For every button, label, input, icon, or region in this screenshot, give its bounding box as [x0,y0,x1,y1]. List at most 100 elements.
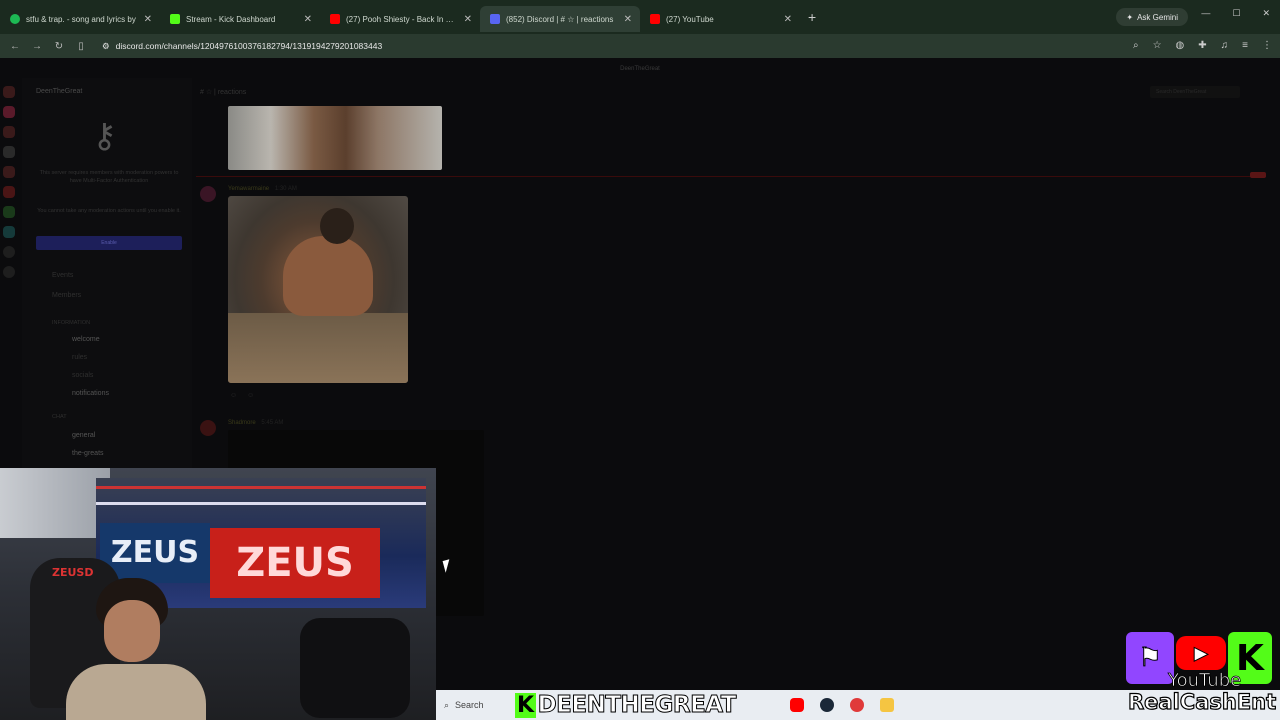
minimize-icon[interactable]: — [1201,8,1210,19]
search-icon: ⌕ [444,699,450,710]
reload-icon[interactable]: ↻ [48,41,70,52]
maximize-icon[interactable]: ☐ [1232,8,1240,19]
channel-title: reactions [217,89,247,96]
channel-rules[interactable]: rules [72,354,87,361]
server-icon[interactable] [3,166,15,178]
tab-youtube-video[interactable]: (27) Pooh Shiesty - Back In Bloc ✕ [320,6,480,32]
streamer-name-overlay: K DEENTHEGREAT [515,690,737,720]
zoom-icon[interactable]: ⌕ [1133,40,1139,51]
close-icon[interactable]: ✕ [464,14,472,25]
file-explorer-icon[interactable] [880,698,894,712]
reaction-icon[interactable]: ☺ [247,392,254,399]
channel-welcome[interactable]: welcome [72,336,100,343]
address-bar[interactable]: ⚙ discord.com/channels/12049761003761827… [102,41,382,52]
tab-discord[interactable]: (852) Discord | # ☆ | reactions ✕ [480,6,640,32]
kick-letter: K [515,692,536,718]
tab-kick-dashboard[interactable]: Stream - Kick Dashboard ✕ [160,6,320,32]
streamer-name: DEENTHEGREAT [537,692,737,719]
server-icon[interactable] [3,126,15,138]
close-icon[interactable]: ✕ [304,14,312,25]
discord-icon [490,14,500,24]
discord-search-input[interactable]: Search DeenTheGreat [1150,86,1240,98]
puzzle-icon[interactable]: ✚ [1198,40,1206,51]
ask-gemini-button[interactable]: ✦ Ask Gemini [1116,8,1188,26]
split-view-icon[interactable]: ▯ [70,41,92,52]
explore-icon[interactable] [3,266,15,278]
youtube-app-icon[interactable] [790,698,804,712]
channel-socials[interactable]: socials [72,372,93,379]
chrome-app-icon[interactable] [850,698,864,712]
taskbar-search[interactable]: ⌕ Search [444,700,514,711]
server-icon[interactable] [3,226,15,238]
bookmark-star-icon[interactable]: ☆ [1153,40,1162,51]
mfa-subtext: You cannot take any moderation actions u… [37,208,181,214]
webcam-window [0,468,110,538]
browser-tab-bar: stfu & trap. - song and lyrics by ✕ Stre… [0,0,1280,34]
enable-mfa-button[interactable]: Enable [36,236,182,250]
channel-header: # ☆ | reactions [200,88,246,96]
image-figure-head [320,208,354,244]
image-floor [228,313,408,383]
close-icon[interactable]: ✕ [624,14,632,25]
image-figure [283,236,373,316]
nav-events[interactable]: Events [52,272,73,279]
server-icon[interactable] [3,206,15,218]
nav-members[interactable]: Members [52,292,81,299]
forward-icon[interactable]: → [26,41,48,52]
steam-app-icon[interactable] [820,698,834,712]
message-image[interactable] [228,106,442,170]
category-information[interactable]: INFORMATION [52,320,90,326]
channel-notifications[interactable]: notifications [72,390,109,397]
channel-the-greats[interactable]: the-greats [72,450,104,457]
server-icon[interactable] [3,186,15,198]
media-icon[interactable]: ♫ [1221,40,1229,51]
message-image[interactable] [228,196,408,383]
message-time: 1:30 AM [274,186,297,192]
close-icon[interactable]: ✕ [784,14,792,25]
category-chat[interactable]: CHAT [52,414,67,420]
reaction-icon[interactable]: ☺ [230,392,237,399]
hashtag-icon: # ☆ | [200,89,218,96]
streamer-face [104,600,160,662]
avatar[interactable] [200,420,216,436]
brand-label: RealCashEnt [1127,689,1277,714]
add-server-icon[interactable] [3,246,15,258]
message-author[interactable]: Shadmore 5:45 AM [228,420,283,426]
streamer [60,578,210,720]
author-name[interactable]: Shadmore [228,420,256,426]
window-controls: — ☐ ✕ [1201,8,1270,19]
url-text: discord.com/channels/1204976100376182794… [115,41,383,51]
tab-spotify[interactable]: stfu & trap. - song and lyrics by ✕ [0,6,160,32]
server-list [0,78,18,438]
message-author[interactable]: Yemawarmaine 1:30 AM [228,186,297,192]
youtube-label: YouTube [1168,670,1242,692]
new-messages-divider [196,176,1266,177]
channel-sidebar: DeenTheGreat ⚷ This server requires memb… [22,78,192,478]
channel-general[interactable]: general [72,432,95,439]
avatar[interactable] [200,186,216,202]
close-window-icon[interactable]: ✕ [1262,8,1270,19]
server-name[interactable]: DeenTheGreat [22,78,192,105]
youtube-icon [330,14,340,24]
toolbar-icons: ⌕ ☆ ◍ ✚ ♫ ≡ ⋮ [1133,40,1272,51]
server-icon[interactable] [3,106,15,118]
kick-icon [170,14,180,24]
back-icon[interactable]: ← [4,41,26,52]
site-info-icon[interactable]: ⚙ [102,41,110,52]
gemini-icon: ✦ [1126,12,1134,22]
discord-window-title: DeenTheGreat [620,66,660,72]
extension-icon[interactable]: ◍ [1176,40,1185,51]
twitch-icon: ⚑ [1126,632,1174,684]
new-tab-button[interactable]: + [808,9,816,25]
streamer-shirt [66,664,206,720]
ask-gemini-label: Ask Gemini [1137,12,1178,22]
tab-youtube[interactable]: (27) YouTube ✕ [640,6,800,32]
webcam-overlay: ZEUS ZEUS ZEUSD [0,468,436,720]
server-icon[interactable] [3,146,15,158]
close-icon[interactable]: ✕ [144,14,152,25]
server-icon[interactable] [3,86,15,98]
menu-icon[interactable]: ≡ [1242,40,1248,51]
taskbar-search-label: Search [455,700,484,710]
more-icon[interactable]: ⋮ [1262,40,1272,51]
author-name[interactable]: Yemawarmaine [228,186,269,192]
